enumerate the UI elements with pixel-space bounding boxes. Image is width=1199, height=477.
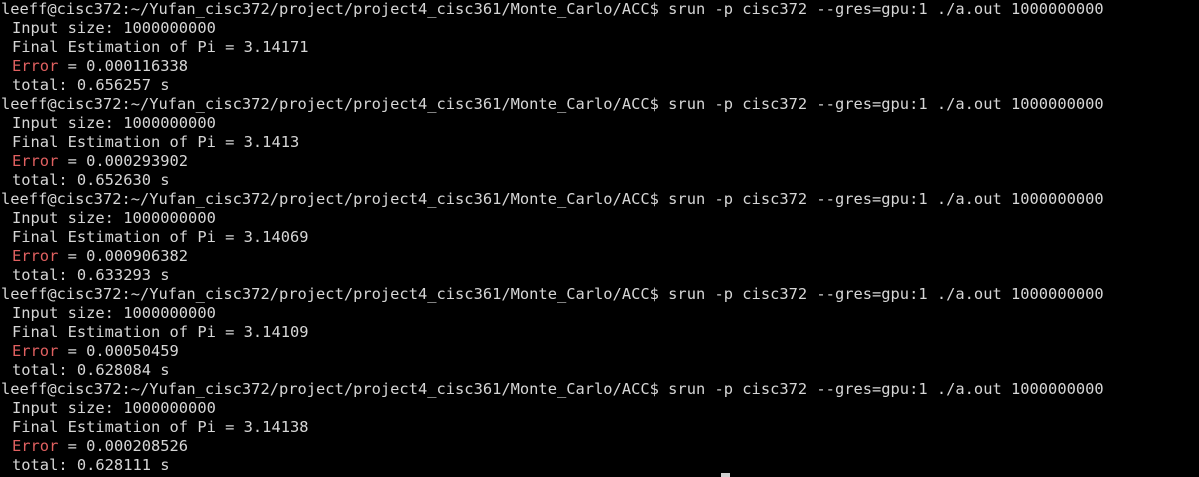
error-line: Error = 0.000116338 <box>1 57 1199 76</box>
error-line: Error = 0.000293902 <box>1 152 1199 171</box>
terminal-cursor <box>721 473 730 477</box>
pi-estimation-line: Final Estimation of Pi = 3.1413 <box>12 133 300 151</box>
command-text: srun -p cisc372 --gres=gpu:1 ./a.out 100… <box>658 380 1104 398</box>
pi-estimation-line: Final Estimation of Pi = 3.14171 <box>12 38 309 56</box>
terminal-output[interactable]: leeff@cisc372:~/Yufan_cisc372/project/pr… <box>1 0 1199 477</box>
total-time-line: total: 0.628084 s <box>12 361 170 379</box>
shell-prompt: leeff@cisc372:~/Yufan_cisc372/project/pr… <box>1 95 659 113</box>
error-label: Error <box>12 342 59 360</box>
error-line: Error = 0.00050459 <box>1 342 1199 361</box>
command-text: srun -p cisc372 --gres=gpu:1 ./a.out 100… <box>658 190 1104 208</box>
error-label: Error <box>12 247 59 265</box>
error-value: = 0.000116338 <box>58 57 189 75</box>
pi-estimation-line: Final Estimation of Pi = 3.14109 <box>12 323 309 341</box>
command-text: srun -p cisc372 --gres=gpu:1 ./a.out 100… <box>658 95 1104 113</box>
error-value: = 0.000208526 <box>58 437 189 455</box>
error-value: = 0.000293902 <box>58 152 189 170</box>
input-size-line: Input size: 1000000000 <box>12 304 216 322</box>
error-line: Error = 0.000906382 <box>1 247 1199 266</box>
command-line: leeff@cisc372:~/Yufan_cisc372/project/pr… <box>1 95 1199 114</box>
total-time-line: total: 0.628111 s <box>12 456 170 474</box>
error-label: Error <box>12 152 59 170</box>
shell-prompt: leeff@cisc372:~/Yufan_cisc372/project/pr… <box>1 285 659 303</box>
pi-estimation-line: Final Estimation of Pi = 3.14069 <box>12 228 309 246</box>
error-label: Error <box>12 57 59 75</box>
input-size-line: Input size: 1000000000 <box>12 209 216 227</box>
command-line: leeff@cisc372:~/Yufan_cisc372/project/pr… <box>1 190 1199 209</box>
command-line: leeff@cisc372:~/Yufan_cisc372/project/pr… <box>1 0 1199 19</box>
command-line: leeff@cisc372:~/Yufan_cisc372/project/pr… <box>1 380 1199 399</box>
total-time-line: total: 0.656257 s <box>12 76 170 94</box>
error-value: = 0.000906382 <box>58 247 189 265</box>
shell-prompt: leeff@cisc372:~/Yufan_cisc372/project/pr… <box>1 190 659 208</box>
total-time-line: total: 0.652630 s <box>12 171 170 189</box>
command-line: leeff@cisc372:~/Yufan_cisc372/project/pr… <box>1 285 1199 304</box>
shell-prompt: leeff@cisc372:~/Yufan_cisc372/project/pr… <box>1 380 659 398</box>
error-line: Error = 0.000208526 <box>1 437 1199 456</box>
input-size-line: Input size: 1000000000 <box>12 114 216 132</box>
command-text: srun -p cisc372 --gres=gpu:1 ./a.out 100… <box>658 285 1104 303</box>
input-size-line: Input size: 1000000000 <box>12 399 216 417</box>
error-label: Error <box>12 437 59 455</box>
input-size-line: Input size: 1000000000 <box>12 19 216 37</box>
command-text: srun -p cisc372 --gres=gpu:1 ./a.out 100… <box>658 0 1104 18</box>
shell-prompt: leeff@cisc372:~/Yufan_cisc372/project/pr… <box>1 0 659 18</box>
total-time-line: total: 0.633293 s <box>12 266 170 284</box>
pi-estimation-line: Final Estimation of Pi = 3.14138 <box>12 418 309 436</box>
error-value: = 0.00050459 <box>58 342 179 360</box>
